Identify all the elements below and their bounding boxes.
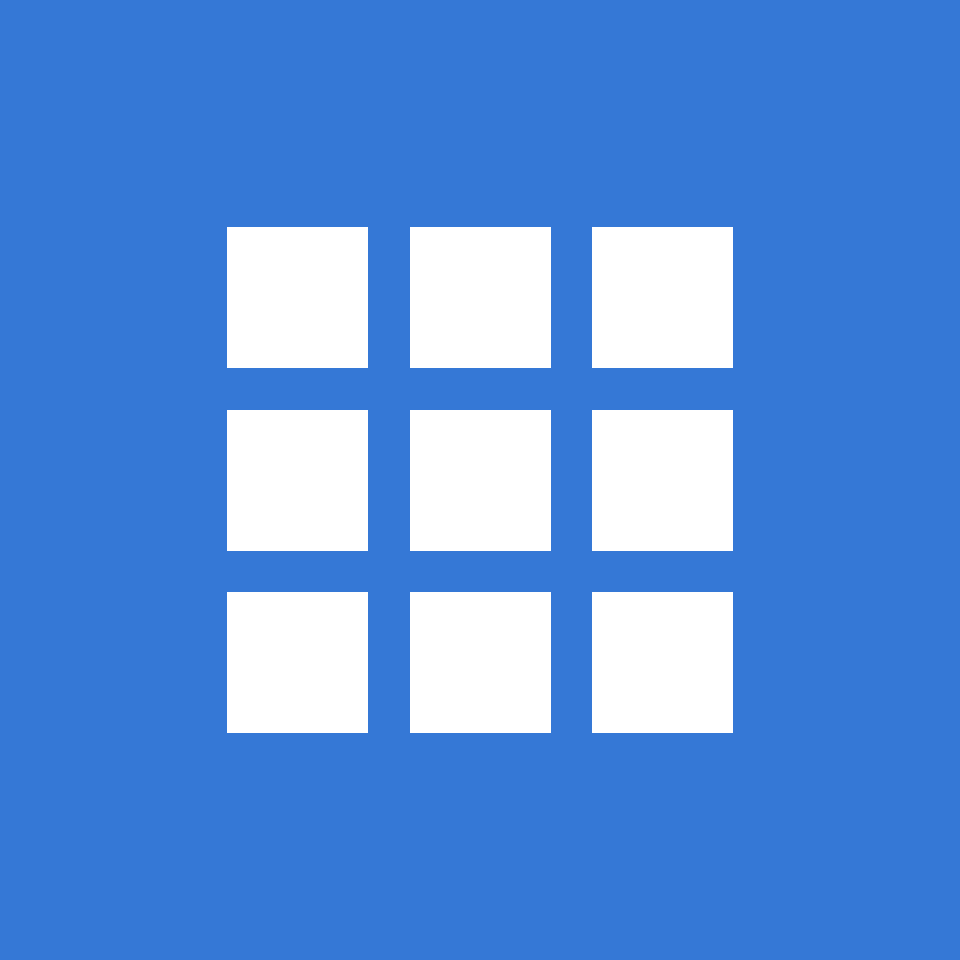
grid-tile xyxy=(409,592,551,733)
grid-tile xyxy=(227,409,368,551)
grid-tile xyxy=(227,592,368,733)
grid-tile xyxy=(409,409,551,551)
grid-icon xyxy=(227,227,733,733)
grid-tile xyxy=(592,592,733,733)
app-icon-canvas xyxy=(0,0,960,960)
grid-tile xyxy=(409,227,551,368)
grid-tile xyxy=(592,409,733,551)
grid-tile xyxy=(592,227,733,368)
grid-tile xyxy=(227,227,368,368)
